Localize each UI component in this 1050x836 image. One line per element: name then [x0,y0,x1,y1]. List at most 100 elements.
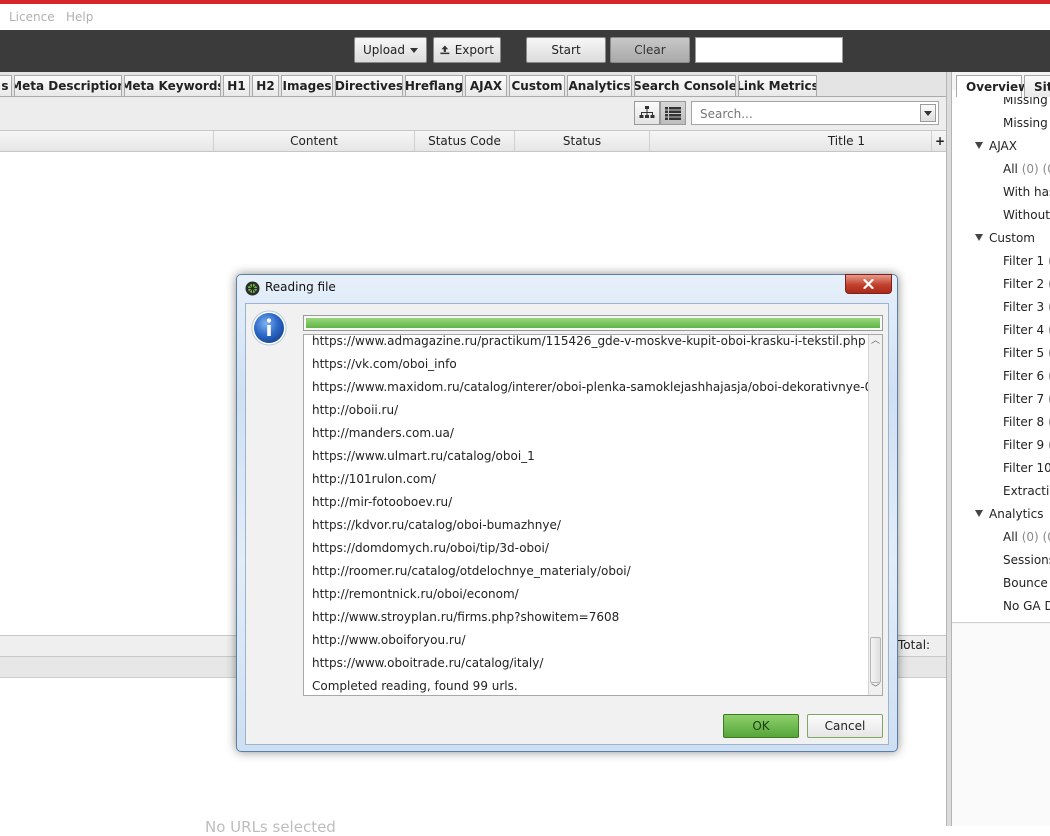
log-line: https://www.ulmart.ru/catalog/oboi_1 [312,449,535,463]
log-line: https://vk.com/oboi_info [312,357,457,371]
tree-item-filter-8[interactable]: Filter 8 (0 [1003,412,1050,432]
overview-tree: Missing X Missing ( AJAX All (0) (0, Wit… [952,90,1050,623]
log-line: https://kdvor.ru/catalog/oboi-bumazhnye/ [312,518,561,532]
tree-group-ajax[interactable]: AJAX [975,136,1017,156]
tree-item-filter-4[interactable]: Filter 4 (0 [1003,320,1050,340]
upload-button[interactable]: Upload [354,37,427,63]
table-header: Content Status Code Status Title 1 + [0,131,948,152]
chevron-down-icon [410,47,419,53]
tab-directives[interactable]: Directives [335,75,403,96]
tab-custom[interactable]: Custom [509,75,565,96]
upload-button-label: Upload [362,43,406,57]
tab-meta-description[interactable]: Meta Description [14,75,122,96]
total-label: Total: [898,638,931,652]
search-input[interactable] [698,103,922,125]
tree-item-sessions[interactable]: Sessions [1003,550,1050,570]
scroll-down-icon[interactable]: ﹀ [871,685,880,694]
menu-item-licence[interactable]: Licence [9,10,55,24]
reading-file-dialog: Reading file https://www.admagazine.ru/p… [236,274,898,752]
tree-item-ajax-all[interactable]: All (0) (0, [1003,159,1050,179]
tree-item-filter-3[interactable]: Filter 3 (0 [1003,297,1050,317]
dialog-close-button[interactable] [845,274,892,294]
list-icon [665,106,681,120]
tree-item-filter-9[interactable]: Filter 9 (0 [1003,435,1050,455]
tree-view-button[interactable] [634,101,660,125]
tab-h1[interactable]: H1 [223,75,250,96]
ok-button[interactable]: OK [723,714,799,738]
log-line: http://mir-fotooboev.ru/ [312,495,453,509]
tree-item-without[interactable]: Without [1003,205,1050,225]
column-header-title-1[interactable]: Title 1 [649,131,931,151]
tree-item-extraction[interactable]: Extraction [1003,481,1050,501]
tree-group-custom[interactable]: Custom [975,228,1035,248]
log-scrollbar-thumb[interactable] [870,637,881,683]
expand-triangle-icon [975,510,983,517]
tree-item-filter-2[interactable]: Filter 2 (0 [1003,274,1050,294]
log-line: http://oboii.ru/ [312,403,399,417]
toolbar-url-input[interactable] [695,37,843,63]
log-line: Completed reading, found 99 urls. [312,679,518,693]
tree-item-bounce-rate[interactable]: Bounce R [1003,573,1050,593]
tree-item-filter-5[interactable]: Filter 5 (0 [1003,343,1050,363]
menu-item-help[interactable]: Help [66,10,93,24]
log-line: http://www.stroyplan.ru/firms.php?showit… [312,610,620,624]
log-line: http://roomer.ru/catalog/otdelochnye_mat… [312,564,631,578]
tree-item-filter-10[interactable]: Filter 10 [1003,458,1050,478]
log-line: https://www.admagazine.ru/practikum/1154… [312,334,866,348]
tab-truncated[interactable]: s [0,75,12,96]
tab-h2[interactable]: H2 [252,75,279,96]
tree-item-filter-1[interactable]: Filter 1 (0 [1003,251,1050,271]
log-line: http://manders.com.ua/ [312,426,454,440]
log-line: http://www.oboiforyou.ru/ [312,633,466,647]
tree-item-filter-7[interactable]: Filter 7 (0 [1003,389,1050,409]
log-line: http://remontnick.ru/oboi/econom/ [312,587,519,601]
expand-triangle-icon [975,142,983,149]
dialog-title: Reading file [265,280,336,294]
tree-item-analytics-all[interactable]: All (0) (0, [1003,527,1050,547]
search-dropdown-button[interactable] [920,104,936,122]
menu-bar: Licence Help [0,4,1050,30]
toolbar: Upload Export Start Clear [0,30,1050,72]
start-button-label: Start [551,43,581,57]
log-line: https://www.maxidom.ru/catalog/interer/o… [312,380,883,394]
expand-triangle-icon [975,234,983,241]
log-line: https://domdomych.ru/oboi/tip/3d-oboi/ [312,541,549,555]
info-icon [251,310,287,346]
tab-site-structure[interactable]: Site [1024,75,1050,97]
scroll-up-icon[interactable]: ︿ [871,337,880,346]
column-header-status[interactable]: Status [514,131,649,151]
search-combobox[interactable] [691,101,939,125]
log-line: https://www.oboitrade.ru/catalog/italy/ [312,656,544,670]
right-panel: Missing X Missing ( AJAX All (0) (0, Wit… [952,72,1050,826]
list-view-button[interactable] [660,101,686,125]
cancel-button[interactable]: Cancel [807,714,883,738]
tab-ajax[interactable]: AJAX [465,75,507,96]
tab-meta-keywords[interactable]: Meta Keywords [124,75,221,96]
dialog-body: https://www.admagazine.ru/practikum/1154… [245,303,889,745]
reading-log: https://www.admagazine.ru/practikum/1154… [303,334,883,696]
export-icon [440,45,450,55]
clear-button[interactable]: Clear [610,37,690,63]
column-header-content[interactable]: Content [213,131,414,151]
progress-bar [303,315,883,331]
column-header-status-code[interactable]: Status Code [414,131,514,151]
tab-images[interactable]: Images [281,75,333,96]
tab-overview[interactable]: Overview [956,75,1029,97]
app-spider-icon [245,281,260,296]
tab-link-metrics[interactable]: Link Metrics [738,75,817,96]
log-scrollbar[interactable]: ︿ ﹀ [868,335,882,695]
tab-search-console[interactable]: Search Console [634,75,736,96]
clear-button-label: Clear [634,43,666,57]
tree-group-analytics[interactable]: Analytics [975,504,1044,524]
tree-item-with-hash[interactable]: With has [1003,182,1050,202]
tree-item-no-ga-data[interactable]: No GA D [1003,596,1050,616]
log-lines: https://www.admagazine.ru/practikum/1154… [312,334,883,695]
tree-item-filter-6[interactable]: Filter 6 (0 [1003,366,1050,386]
export-button[interactable]: Export [433,37,501,63]
progress-bar-fill [306,318,880,328]
tab-analytics[interactable]: Analytics [567,75,632,96]
start-button[interactable]: Start [526,37,606,63]
empty-state-message: No URLs selected [205,818,336,836]
tree-item-missing[interactable]: Missing ( [1003,113,1050,133]
tab-hreflang[interactable]: Hreflang [405,75,463,96]
